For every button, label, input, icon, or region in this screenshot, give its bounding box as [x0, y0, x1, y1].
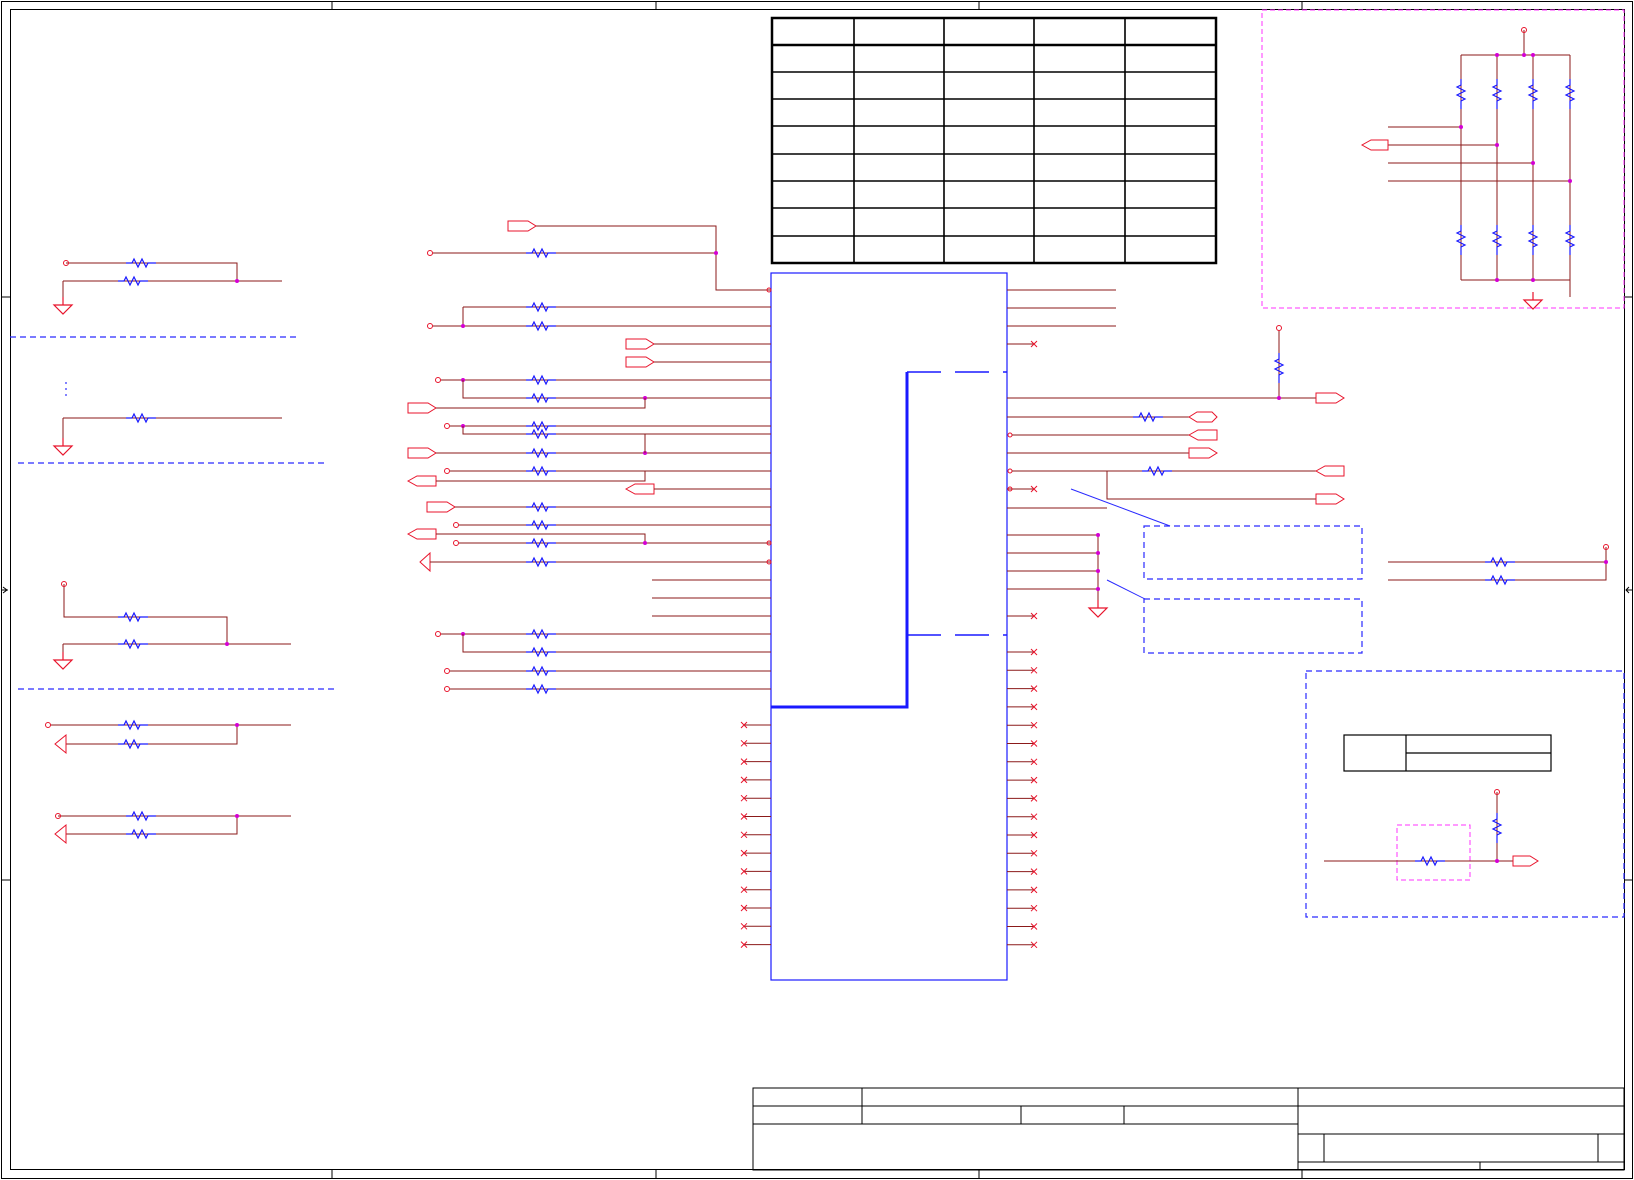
- wire: [462, 380, 771, 399]
- left-circuit-1: [62, 262, 282, 297]
- schematic-canvas: [1, 1, 1633, 1179]
- port-icon: [625, 338, 655, 350]
- power-pin-icon: [444, 668, 450, 674]
- note-leaders: [1070, 488, 1171, 600]
- right-pullup: [1388, 547, 1607, 581]
- port-icon: [1315, 392, 1345, 404]
- power-pin-icon: [453, 540, 459, 546]
- option-resistor-region: [1396, 824, 1471, 881]
- signal-table: [770, 16, 1218, 265]
- port-icon: [406, 528, 437, 540]
- junction-dot-icon: [714, 251, 718, 255]
- power-pin-icon: [1276, 325, 1282, 331]
- junction-dot-icon: [643, 541, 647, 545]
- port-icon: [407, 447, 437, 459]
- wire: [462, 426, 771, 435]
- sheet-frame: [1, 1, 1633, 1179]
- port-icon: [1315, 493, 1345, 505]
- note-boxes: [1143, 525, 1625, 918]
- wire: [436, 398, 646, 409]
- port-icon: [1187, 429, 1218, 441]
- power-pin-icon: [453, 522, 459, 528]
- title-block: [752, 1087, 1625, 1171]
- junction-dot-icon: [1096, 587, 1100, 591]
- wire: [436, 471, 646, 482]
- option-circuit: [1324, 792, 1513, 862]
- port-icon: [507, 220, 537, 232]
- junction-dot-icon: [461, 324, 465, 328]
- left-circuit-4: [50, 724, 291, 835]
- right-pin-wires: [1007, 289, 1345, 949]
- left-circuit-2: [62, 417, 282, 444]
- power-pin-icon: [427, 250, 433, 256]
- power-pin-icon: [435, 631, 441, 637]
- left-separators: [10, 336, 336, 690]
- junction-dot-icon: [1096, 533, 1100, 537]
- wire: [462, 306, 771, 326]
- junction-dot-icon: [1096, 551, 1100, 555]
- wire: [1106, 471, 1316, 500]
- port-icon: [1188, 411, 1218, 423]
- left-pin-wires: [406, 220, 772, 949]
- ground-icon: [1088, 599, 1108, 618]
- power-pin-icon: [444, 423, 450, 429]
- pullup-network: [1388, 30, 1571, 297]
- junction-dot-icon: [1277, 396, 1281, 400]
- power-pin-icon: [435, 377, 441, 383]
- port-icon: [624, 483, 655, 495]
- port-icon: [1314, 465, 1345, 477]
- option-table: [1343, 734, 1552, 772]
- port-icon: [625, 356, 655, 368]
- port-icon: [406, 475, 437, 487]
- continuation-dots: [65, 382, 67, 396]
- port-icon: [426, 501, 456, 513]
- wire: [1007, 534, 1099, 607]
- schematic-sheet: [0, 0, 1634, 1180]
- wire: [652, 579, 771, 617]
- port-icon: [419, 551, 431, 573]
- wire: [462, 634, 771, 653]
- pin-icon: [1007, 468, 1013, 474]
- power-pin-icon: [444, 468, 450, 474]
- pin-icon: [1007, 432, 1013, 438]
- wire: [536, 225, 771, 291]
- left-circuit-3: [62, 584, 291, 657]
- junction-dot-icon: [1096, 569, 1100, 573]
- port-icon: [407, 402, 437, 414]
- main-ic: [770, 272, 1008, 981]
- power-pin-icon: [444, 686, 450, 692]
- wire: [1007, 289, 1116, 327]
- power-pin-icon: [427, 323, 433, 329]
- port-icon: [1188, 447, 1218, 459]
